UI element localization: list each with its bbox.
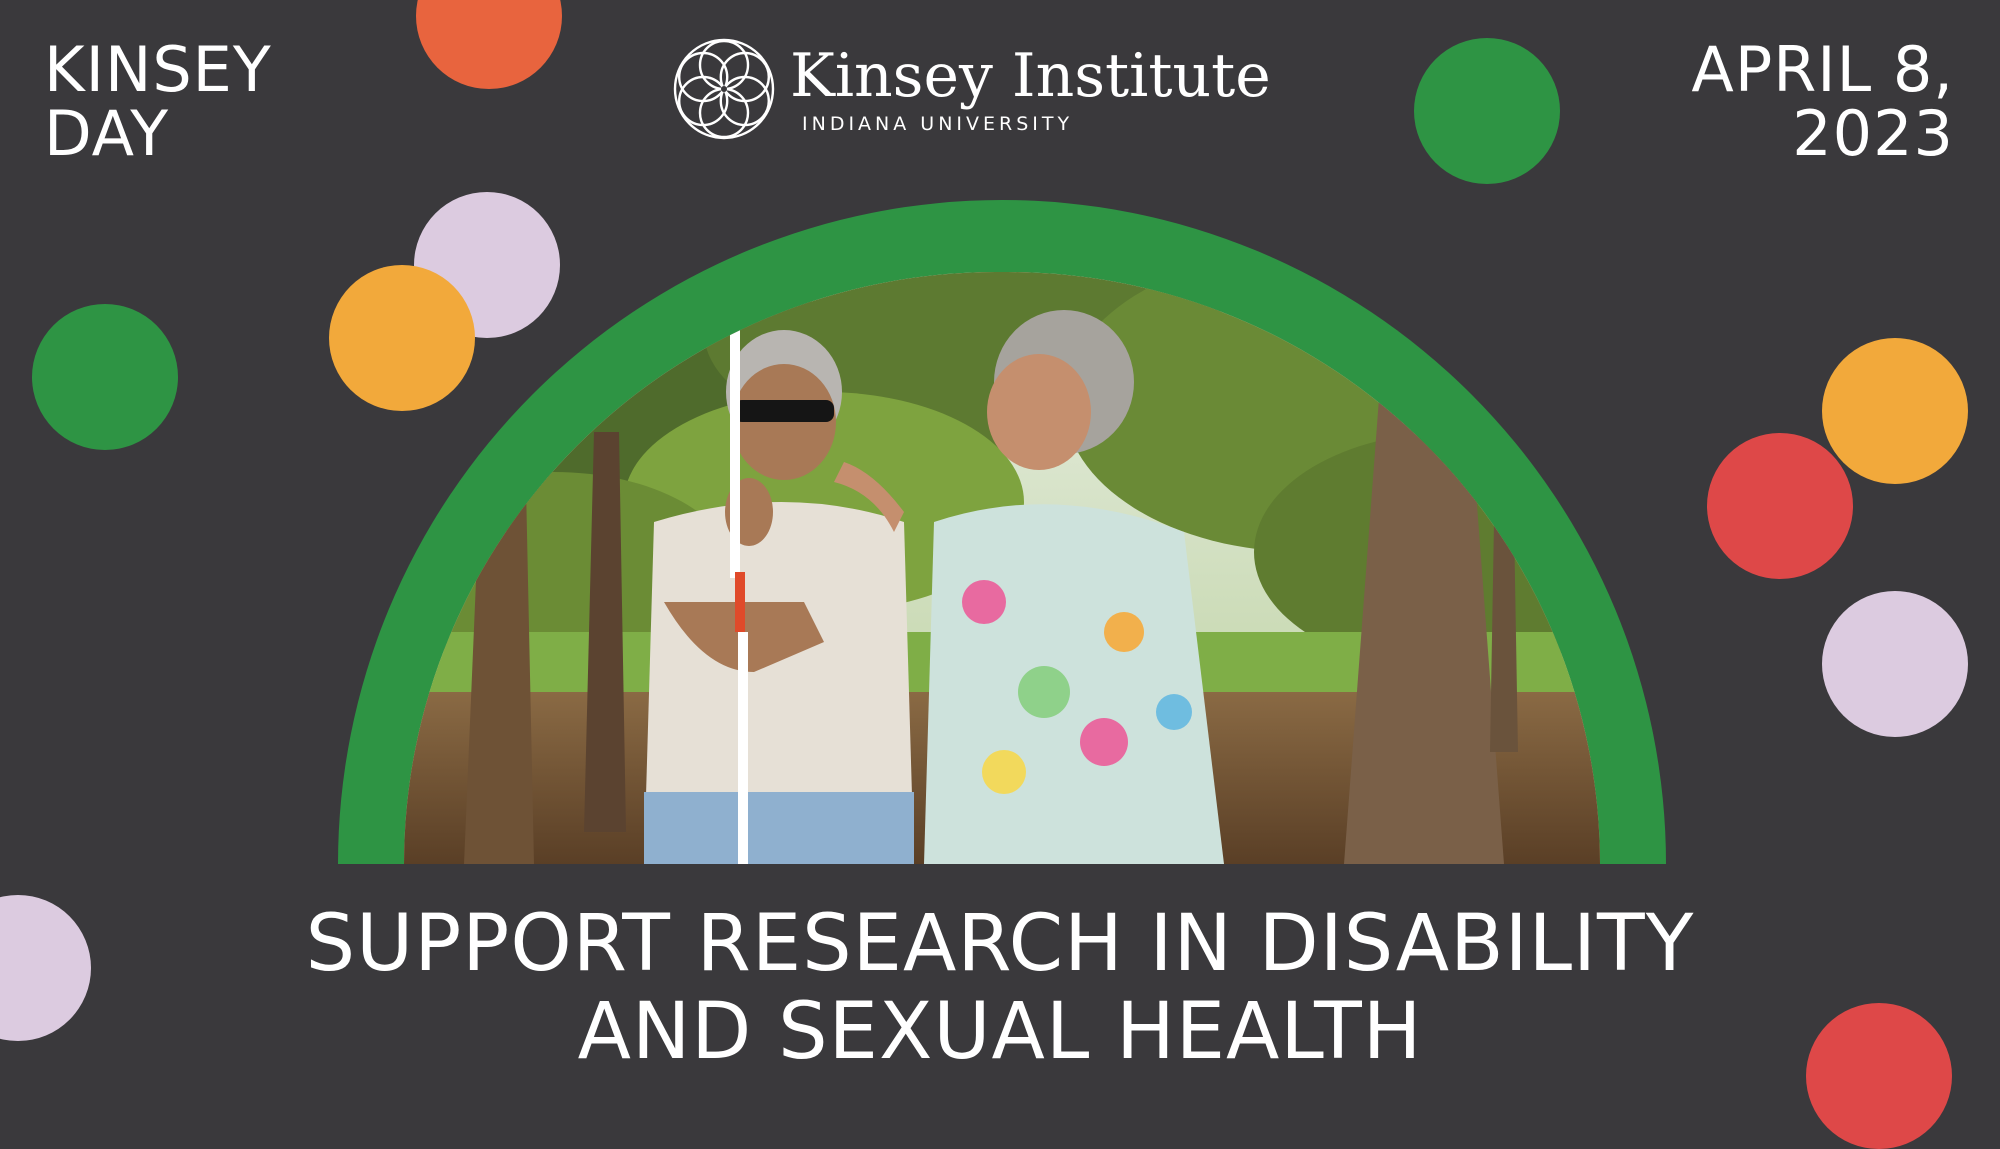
decor-dot-yellow-right: [1822, 338, 1968, 484]
event-name-line2: DAY: [44, 97, 170, 170]
event-name-line1: KINSEY: [44, 33, 272, 106]
logo-name: Kinsey Institute: [790, 41, 1271, 111]
event-name: KINSEY DAY: [44, 38, 272, 166]
headline-line1: SUPPORT RESEARCH IN DISABILITY: [305, 899, 1695, 989]
decor-dot-green-left: [32, 304, 178, 450]
event-date-line2: 2023: [1792, 97, 1954, 170]
flower-of-life-icon: [673, 38, 775, 140]
logo-subtitle: INDIANA UNIVERSITY: [802, 113, 1074, 135]
photo-arch: [338, 200, 1666, 866]
decor-dot-orange-top: [416, 0, 562, 89]
headline-line2: AND SEXUAL HEALTH: [577, 987, 1423, 1077]
decor-dot-red-right: [1707, 433, 1853, 579]
green-arch-frame: [338, 200, 1666, 864]
event-date-line1: APRIL 8,: [1691, 33, 1954, 106]
kinsey-institute-logo: Kinsey Institute INDIANA UNIVERSITY: [672, 36, 1271, 142]
decor-dot-lilac-right: [1822, 591, 1968, 737]
couple-photo: [404, 272, 1600, 864]
decor-dot-green-top-right: [1414, 38, 1560, 184]
headline: SUPPORT RESEARCH IN DISABILITY AND SEXUA…: [0, 900, 2000, 1076]
event-date: APRIL 8, 2023: [1691, 38, 1954, 166]
